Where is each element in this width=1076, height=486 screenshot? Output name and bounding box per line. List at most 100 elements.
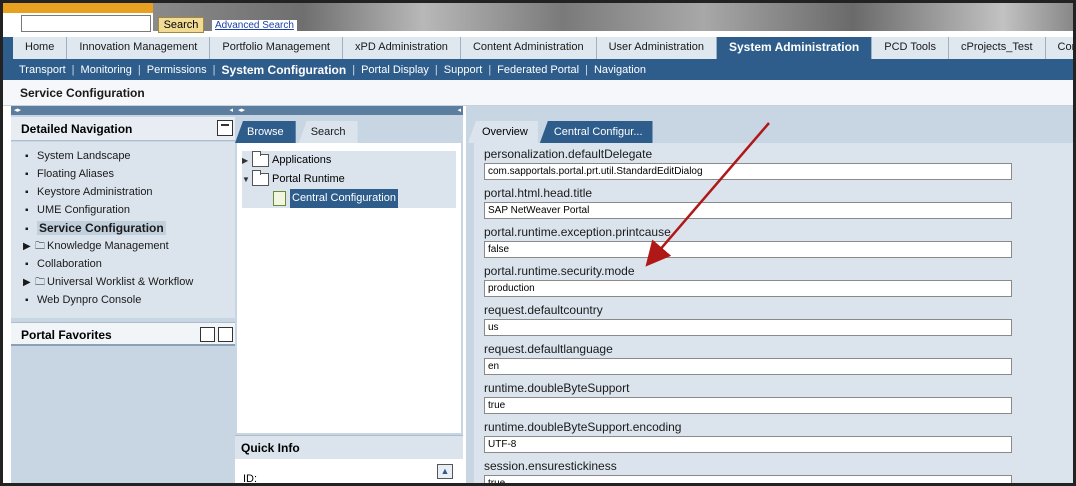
portal-favorites-body	[11, 348, 235, 483]
nav-item-floating-aliases[interactable]: ▪ Floating Aliases	[11, 165, 235, 183]
property-name: request.defaultlanguage	[484, 342, 613, 356]
subnav-portal-display[interactable]: Portal Display	[355, 64, 435, 76]
tab-cprojects-test[interactable]: cProjects_Test	[949, 37, 1046, 59]
subnav-system-configuration[interactable]: System Configuration	[216, 63, 353, 77]
nav-item-label: Knowledge Management	[47, 240, 169, 252]
property-row: portal.html.head.title SAP NetWeaver Por…	[484, 186, 1073, 225]
collapse-left-icon[interactable]: ◂▸	[14, 107, 21, 114]
top-level-tabs: Home Innovation Management Portfolio Man…	[3, 37, 1073, 59]
bullet-icon: ▪	[25, 295, 29, 306]
property-value-field[interactable]: SAP NetWeaver Portal	[484, 202, 1012, 219]
property-list: personalization.defaultDelegate com.sapp…	[474, 143, 1073, 483]
nav-item-knowledge-management[interactable]: ▶ 🗀 Knowledge Management	[11, 237, 235, 255]
property-row: portal.runtime.security.mode production	[484, 264, 1073, 303]
property-value-field[interactable]: UTF-8	[484, 436, 1012, 453]
nav-item-keystore-administration[interactable]: ▪ Keystore Administration	[11, 183, 235, 201]
subnav-monitoring[interactable]: Monitoring	[75, 64, 138, 76]
folder-icon: 🗀	[35, 241, 45, 252]
detailed-navigation-title: Detailed Navigation	[21, 122, 133, 136]
nav-item-ume-configuration[interactable]: ▪ UME Configuration	[11, 201, 235, 219]
property-value-field[interactable]: en	[484, 358, 1012, 375]
tab-content-m[interactable]: Content M	[1045, 37, 1073, 59]
nav-item-web-dynpro-console[interactable]: ▪ Web Dynpro Console	[11, 291, 235, 309]
property-value-field[interactable]: us	[484, 319, 1012, 336]
bullet-icon: ▪	[25, 187, 29, 198]
configuration-icon	[273, 191, 286, 206]
property-row: request.defaultlanguage en	[484, 342, 1073, 381]
expand-arrow-icon[interactable]: ▶	[23, 274, 35, 292]
folder-icon	[252, 151, 269, 167]
property-value-field[interactable]: true	[484, 397, 1012, 414]
collapse-panel-icon[interactable]: ◂	[457, 107, 461, 114]
tab-overview[interactable]: Overview	[468, 121, 538, 143]
quick-info-header: Quick Info	[235, 435, 463, 459]
tab-home[interactable]: Home	[13, 37, 68, 59]
expand-arrow-icon[interactable]: ▶	[242, 151, 252, 170]
search-input[interactable]	[21, 15, 151, 32]
portal-tree: ▶ Applications ▼ Portal Runtime Central …	[237, 143, 461, 433]
property-value-field[interactable]: true	[484, 475, 1012, 483]
nav-item-label: Collaboration	[37, 258, 102, 270]
property-row: runtime.doubleByteSupport true	[484, 381, 1073, 420]
subnav-support[interactable]: Support	[438, 64, 489, 76]
collapse-panel-icon[interactable]: ◂	[229, 107, 233, 114]
property-value-field[interactable]: com.sapportals.portal.prt.util.StandardE…	[484, 163, 1012, 180]
property-name: request.defaultcountry	[484, 303, 603, 317]
property-name: personalization.defaultDelegate	[484, 147, 653, 161]
left-navigation-column: ◂▸ ◂ Detailed Navigation ▪ System Landsca…	[11, 106, 235, 483]
subnav-transport[interactable]: Transport	[13, 64, 72, 76]
property-row: session.ensurestickiness true	[484, 459, 1073, 483]
tab-xpd-administration[interactable]: xPD Administration	[343, 37, 461, 59]
nav-item-label: System Landscape	[37, 150, 131, 162]
subnav-federated-portal[interactable]: Federated Portal	[491, 64, 585, 76]
edit-favorites-icon[interactable]	[200, 327, 215, 342]
subnav-navigation[interactable]: Navigation	[588, 64, 652, 76]
tab-portfolio-management[interactable]: Portfolio Management	[210, 37, 343, 59]
maximize-icon[interactable]	[218, 327, 233, 342]
tree-node-label: Applications	[272, 154, 332, 166]
nav-item-system-landscape[interactable]: ▪ System Landscape	[11, 147, 235, 165]
expand-arrow-icon[interactable]: ▶	[23, 238, 35, 256]
subnav-permissions[interactable]: Permissions	[141, 64, 213, 76]
collapse-left-icon[interactable]: ◂▸	[238, 107, 245, 114]
nav-item-collaboration[interactable]: ▪ Collaboration	[11, 255, 235, 273]
search-button[interactable]: Search	[158, 17, 204, 33]
tab-innovation-management[interactable]: Innovation Management	[67, 37, 211, 59]
tree-node-portal-runtime[interactable]: ▼ Portal Runtime	[242, 170, 456, 189]
nav-item-label: Universal Worklist & Workflow	[47, 276, 194, 288]
page-title: Service Configuration	[3, 80, 1073, 106]
tree-node-applications[interactable]: ▶ Applications	[242, 151, 456, 170]
screenshot-frame: Search Advanced Search Home Innovation M…	[0, 0, 1076, 486]
portal-favorites-header: Portal Favorites	[11, 322, 235, 346]
bullet-icon: ▪	[25, 205, 29, 216]
top-banner: Search Advanced Search	[3, 3, 1073, 37]
collapse-arrow-icon[interactable]: ▼	[242, 170, 252, 189]
nav-item-label: Floating Aliases	[37, 168, 115, 180]
bullet-icon: ▪	[25, 259, 29, 270]
second-level-nav: Transport | Monitoring | Permissions | Syst…	[3, 59, 1073, 80]
property-value-field[interactable]: false	[484, 241, 1012, 258]
property-name: runtime.doubleByteSupport.encoding	[484, 420, 682, 434]
tab-content-administration[interactable]: Content Administration	[460, 37, 597, 59]
tab-browse[interactable]: Browse	[235, 121, 296, 143]
tree-node-label: Central Configuration	[290, 189, 398, 208]
tab-search[interactable]: Search	[298, 121, 358, 143]
configuration-tabs: Overview Central Configur...	[468, 121, 655, 143]
tab-system-administration[interactable]: System Administration	[716, 37, 873, 59]
browse-column: ◂▸ ◂ Browse Search ▶ Applications ▼ Port…	[235, 106, 463, 483]
security-mode-field[interactable]: production	[484, 280, 1012, 297]
tab-user-administration[interactable]: User Administration	[596, 37, 717, 59]
tab-pcd-tools[interactable]: PCD Tools	[872, 37, 949, 59]
detailed-navigation-header: Detailed Navigation	[11, 117, 235, 141]
browse-tabs: Browse Search	[235, 121, 361, 143]
tab-central-configuration[interactable]: Central Configur...	[539, 121, 653, 143]
nav-item-service-configuration[interactable]: ▪ Service Configuration	[11, 219, 235, 237]
tree-node-central-configuration[interactable]: Central Configuration	[242, 189, 456, 208]
advanced-search-link[interactable]: Advanced Search	[212, 20, 297, 31]
favorites-toolbar	[200, 327, 233, 342]
nav-item-universal-worklist[interactable]: ▶ 🗀 Universal Worklist & Workflow	[11, 273, 235, 291]
scroll-up-icon[interactable]: ▲	[437, 464, 453, 479]
minimize-icon[interactable]	[217, 120, 233, 136]
portal-favorites-title: Portal Favorites	[21, 328, 112, 342]
property-row: runtime.doubleByteSupport.encoding UTF-8	[484, 420, 1073, 459]
